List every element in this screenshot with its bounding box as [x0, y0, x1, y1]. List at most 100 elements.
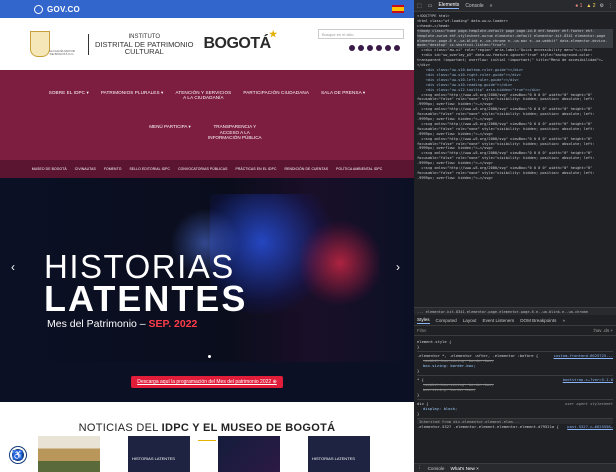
nav-item-transparencia[interactable]: TRANSPARENCIA Y ACCESO A LA INFORMACIÓN …: [205, 124, 265, 141]
secondary-nav: MENÚ PARTICIPA ▾ TRANSPARENCIA Y ACCESO …: [0, 120, 414, 160]
nav-link-convocatorias[interactable]: CONVOCATORIAS PÚBLICAS: [178, 167, 227, 171]
tab-console[interactable]: Console: [465, 3, 483, 9]
dom-node-line[interactable]: ▾<div id="uw_overlay_p5" data-uw-feature…: [417, 53, 613, 68]
nav-item-participa[interactable]: MENÚ PARTICIPA ▾: [149, 124, 191, 130]
gov-co-icon: [34, 4, 43, 14]
hero-subtitle-prefix: Mes del Patrimonio –: [47, 318, 149, 330]
tab-computed[interactable]: Computed: [436, 318, 457, 323]
css-rule-source[interactable]: bootstrap.c…?ver=5.1.0: [563, 377, 613, 382]
css-rule[interactable]: element.style {}: [417, 338, 613, 352]
devtools-panel: ⬚ ▭ Elements Console » ● 1 ▲ 2 ⚙ ⋮ <!DOC…: [414, 0, 616, 472]
tab-layout[interactable]: Layout: [463, 318, 477, 323]
nav-item-participacion[interactable]: PARTICIPACIÓN CIUDADANA: [243, 90, 309, 101]
nav-link-practicas[interactable]: PRÁCTICAS EN EL IDPC: [235, 167, 276, 171]
kebab-menu-icon[interactable]: ⋮: [608, 3, 613, 9]
facebook-icon[interactable]: [358, 45, 364, 51]
news-thumb-historias-2[interactable]: HISTORIAS LATENTES: [308, 436, 370, 472]
kebab-menu-icon[interactable]: ⋮: [417, 465, 422, 471]
program-download-button[interactable]: Descarga aquí la programación del Mes de…: [131, 376, 283, 388]
search-input[interactable]: Busque en el sitio: [318, 29, 404, 39]
nav-link-museo[interactable]: MUSEO DE BOGOTÁ: [32, 167, 67, 171]
idpc-logo[interactable]: INSTITUTO DISTRITAL DE PATRIMONIO CULTUR…: [88, 33, 193, 56]
device-toggle-icon[interactable]: ▭: [428, 3, 433, 9]
dom-node-line[interactable]: ▸<svg xmlns="http://www.w3.org/2000/svg"…: [417, 93, 613, 108]
chevron-left-icon[interactable]: ‹: [11, 260, 15, 274]
css-declaration[interactable]: }: [417, 344, 613, 349]
idpc-line-3: CULTURAL: [124, 46, 164, 56]
nav-item-prensa[interactable]: SALA DE PRENSA ▾: [321, 90, 365, 101]
instagram-icon[interactable]: [349, 45, 355, 51]
tab-dom-breakpoints[interactable]: DOM Breakpoints: [520, 318, 556, 323]
css-rule[interactable]: post-5327.c…6625558… .elementor-5327 .ele…: [417, 424, 613, 429]
nav-link-rendicion[interactable]: RENDICIÓN DE CUENTAS: [285, 167, 329, 171]
chevron-right-icon[interactable]: ›: [396, 260, 400, 274]
devtools-status: ● 1 ▲ 2 ⚙ ⋮: [575, 3, 613, 9]
error-count[interactable]: ● 1: [575, 3, 582, 9]
tab-styles[interactable]: Styles: [417, 317, 430, 324]
tab-more[interactable]: »: [490, 3, 493, 9]
css-rule-source[interactable]: custom-frontend.6625725...: [554, 353, 613, 358]
css-rule-source[interactable]: post-5327.c…6625558…: [567, 424, 613, 429]
spanish-flag-icon[interactable]: [392, 5, 404, 13]
nav-link-civinautas[interactable]: CIVINAUTAS: [75, 167, 96, 171]
news-thumb-dark[interactable]: [218, 436, 280, 472]
accessibility-icon[interactable]: ♿: [10, 447, 26, 463]
flickr-icon[interactable]: [385, 45, 391, 51]
dom-node-line[interactable]: ▾<body class="home page-template-default…: [417, 28, 613, 49]
styles-filter-input[interactable]: Filter: [417, 328, 427, 333]
inspect-icon[interactable]: ⬚: [417, 3, 422, 9]
dom-tree[interactable]: <!DOCTYPE html> <html class="wf-loading" …: [414, 12, 616, 307]
cta-band: Descarga aquí la programación del Mes de…: [0, 362, 414, 402]
hero-subtitle-date: SEP. 2022: [148, 318, 198, 330]
css-rule[interactable]: custom-frontend.6625725... .elementor *, …: [417, 352, 613, 376]
tertiary-nav: MUSEO DE BOGOTÁ CIVINAUTAS FOMENTO SELLO…: [0, 160, 414, 178]
styles-filter: Filter :hov .cls +: [414, 326, 616, 336]
nav-link-sello[interactable]: SELLO EDITORIAL IDPC: [129, 167, 170, 171]
gov-co-logo[interactable]: GOV.CO: [34, 4, 81, 14]
styles-toolbar[interactable]: :hov .cls +: [593, 328, 613, 333]
primary-nav: SOBRE EL IDPC ▾ PATRIMONIOS PLURALES ▾ A…: [0, 70, 414, 120]
nav-link-politica[interactable]: POLÍTICA AMBIENTAL IDPC: [336, 167, 382, 171]
warning-count[interactable]: ▲ 2: [586, 3, 595, 9]
tab-elements[interactable]: Elements: [438, 2, 460, 9]
news-thumb-label: HISTORIAS LATENTES: [312, 456, 355, 461]
youtube-icon[interactable]: [376, 45, 382, 51]
social-links: [349, 45, 400, 51]
nav-item-sobre[interactable]: SOBRE EL IDPC ▾: [49, 90, 89, 101]
css-rule[interactable]: bootstrap.c…?ver=5.1.0 * {-webkit-box-siz…: [417, 376, 613, 400]
hero-slider[interactable]: HISTORIAS LATENTES Mes del Patrimonio – …: [0, 178, 414, 362]
dom-node-line[interactable]: ▸<svg xmlns="http://www.w3.org/2000/svg"…: [417, 107, 613, 122]
tab-more-panels[interactable]: »: [562, 318, 565, 323]
drawer-tab-console[interactable]: Console: [428, 466, 445, 471]
nav-item-atencion[interactable]: ATENCIÓN Y SERVICIOS A LA CIUDADANÍA: [175, 90, 232, 101]
dom-breadcrumb[interactable]: ... elementor-kit-8341.elementor-page.el…: [414, 307, 616, 315]
css-declaration[interactable]: }: [417, 368, 613, 373]
tab-event-listeners[interactable]: Event Listeners: [483, 318, 515, 323]
spotify-icon[interactable]: [394, 45, 400, 51]
news-heading: NOTICIAS DEL IDPC Y EL MUSEO DE BOGOTÁ: [0, 422, 414, 434]
alcaldia-shield-logo[interactable]: [30, 31, 50, 57]
dom-node-line[interactable]: ▸<svg xmlns="http://www.w3.org/2000/svg"…: [417, 137, 613, 152]
slider-dot[interactable]: [208, 355, 211, 358]
css-rule[interactable]: user agent stylesheet div {display: block…: [417, 400, 613, 419]
dom-node-line[interactable]: ▸<svg xmlns="http://www.w3.org/2000/svg"…: [417, 151, 613, 166]
bogota-logo[interactable]: BOGOTÁ ★: [203, 29, 277, 53]
gear-icon[interactable]: ⚙: [600, 3, 604, 9]
gov-co-bar: GOV.CO: [0, 0, 414, 18]
css-declaration[interactable]: }: [417, 411, 613, 416]
dom-node-line[interactable]: ▸<svg xmlns="http://www.w3.org/2000/svg"…: [417, 166, 613, 181]
twitter-icon[interactable]: [367, 45, 373, 51]
star-icon: ★: [269, 29, 277, 39]
gov-co-label: GOV.CO: [47, 4, 81, 14]
news-thumb-building[interactable]: [38, 436, 100, 472]
nav-link-fomento[interactable]: FOMENTO: [104, 167, 122, 171]
dom-node-line[interactable]: ▸<svg xmlns="http://www.w3.org/2000/svg"…: [417, 122, 613, 137]
css-declaration[interactable]: }: [417, 392, 613, 397]
screen: GOV.CO ALCALDÍA MAYOR DE BOGOTÁ D.C. INS…: [0, 0, 616, 472]
nav-item-patrimonios[interactable]: PATRIMONIOS PLURALES ▾: [101, 90, 164, 101]
news-thumb-historias[interactable]: HISTORIAS LATENTES: [128, 436, 190, 472]
styles-pane[interactable]: element.style {} custom-frontend.6625725.…: [414, 336, 616, 452]
website-viewport[interactable]: GOV.CO ALCALDÍA MAYOR DE BOGOTÁ D.C. INS…: [0, 0, 414, 472]
hero-title-line-2: LATENTES: [44, 278, 248, 319]
drawer-tab-whats-new[interactable]: What's New ×: [450, 466, 478, 471]
